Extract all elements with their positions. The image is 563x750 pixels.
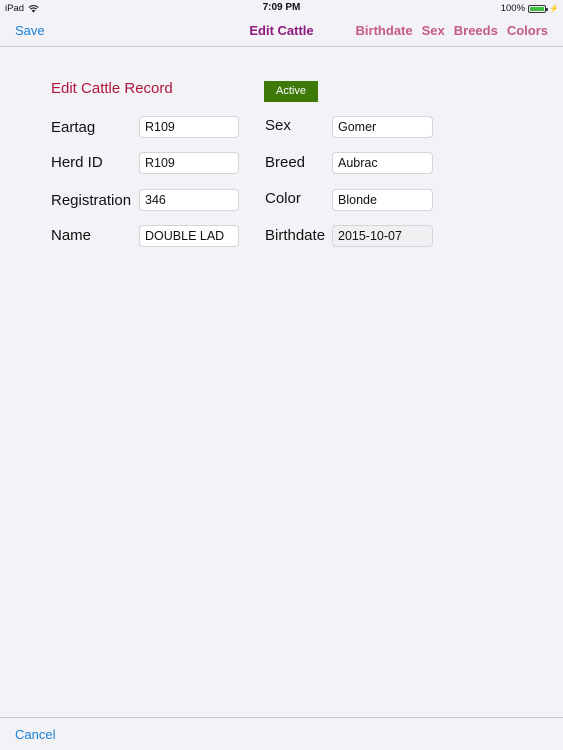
battery-icon (528, 4, 549, 13)
herd-id-label: Herd ID (51, 154, 103, 171)
nav-link-sex[interactable]: Sex (422, 23, 445, 38)
nav-link-colors[interactable]: Colors (507, 23, 548, 38)
active-status-button[interactable]: Active (264, 81, 318, 102)
nav-links: Birthdate Sex Breeds Colors (356, 23, 548, 38)
cancel-button[interactable]: Cancel (15, 727, 55, 742)
birthdate-field[interactable]: 2015-10-07 (332, 225, 433, 247)
nav-link-breeds[interactable]: Breeds (454, 23, 498, 38)
herd-id-field[interactable]: R109 (139, 152, 239, 174)
breed-field[interactable]: Aubrac (332, 152, 433, 174)
registration-field[interactable]: 346 (139, 189, 239, 211)
status-right: 100% ⚡ (501, 3, 559, 14)
birthdate-label: Birthdate (265, 227, 326, 244)
breed-label: Breed (265, 154, 306, 171)
navigation-bar: Save Edit Cattle Birthdate Sex Breeds Co… (0, 16, 563, 47)
color-label: Color (265, 190, 301, 207)
charging-bolt-icon: ⚡ (549, 4, 559, 13)
status-bar: iPad 7:09 PM 100% ⚡ (0, 0, 563, 16)
eartag-label: Eartag (51, 119, 96, 136)
nav-link-birthdate[interactable]: Birthdate (356, 23, 413, 38)
status-time: 7:09 PM (262, 2, 301, 13)
battery-percent: 100% (500, 3, 526, 14)
sex-field[interactable]: Gomer (332, 116, 433, 138)
color-field[interactable]: Blonde (332, 189, 433, 211)
registration-label: Registration (51, 192, 132, 209)
eartag-field[interactable]: R109 (139, 116, 239, 138)
bottom-toolbar: Cancel (0, 717, 563, 750)
sex-label: Sex (265, 117, 291, 134)
name-label: Name (51, 227, 92, 244)
form-title: Edit Cattle Record (51, 80, 173, 97)
battery-fill (530, 6, 545, 11)
name-field[interactable]: DOUBLE LAD (139, 225, 239, 247)
